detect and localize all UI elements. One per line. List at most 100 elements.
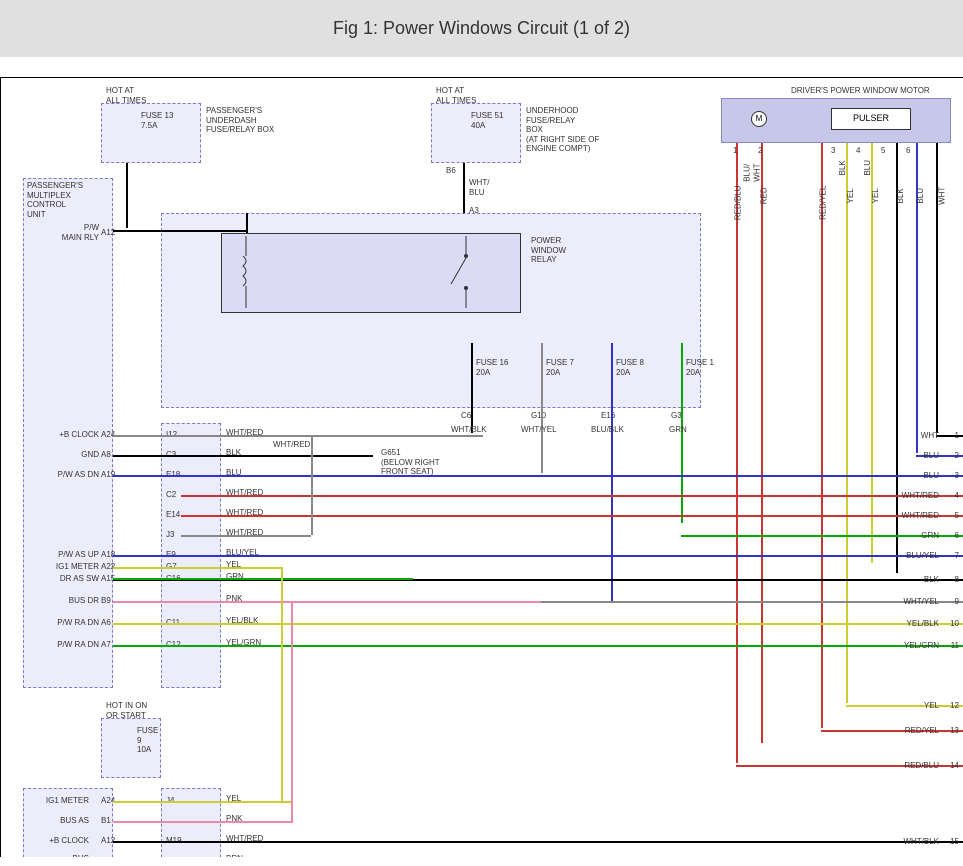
pin-ig1-meter-2: IG1 METER — [31, 796, 89, 806]
c6-pin: C6 — [461, 411, 471, 421]
row-num-13: 13 — [950, 726, 959, 735]
fuse-7-label: FUSE 7 20A — [546, 358, 574, 377]
fuse-51-label: FUSE 51 40A — [471, 111, 503, 130]
row-wire-11 — [113, 645, 963, 647]
row-num-9: 9 — [955, 597, 959, 606]
motor-color-blu2: BLU — [916, 188, 926, 204]
row-num-6: 6 — [955, 531, 959, 540]
pnk-bus-vert — [291, 601, 293, 821]
motor-color-blk1: BLK — [896, 188, 906, 203]
motor-pin-6: 6 — [906, 146, 910, 156]
row-lbl-11: YEL/GRN — [904, 641, 939, 650]
row-wire-2 — [113, 455, 373, 457]
row-lbl-7: BLU/YEL — [906, 551, 939, 560]
row-num-7: 7 — [955, 551, 959, 560]
fuse-8-label: FUSE 8 20A — [616, 358, 644, 377]
g10-pin: G10 — [531, 411, 546, 421]
row-lbl-3: BLU — [923, 471, 939, 480]
pin-h14: H14 — [166, 856, 181, 857]
row-num-1: 1 — [955, 431, 959, 440]
motor-wire-2 — [761, 143, 763, 743]
fuse8-drop — [611, 343, 613, 603]
multiplex-to-relay — [113, 230, 248, 232]
motor-wire-1 — [736, 143, 738, 763]
motor-wire-6 — [896, 143, 898, 573]
row-wire-3 — [113, 475, 963, 477]
row-lbl-9: WHT/YEL — [903, 597, 939, 606]
row-lbl-15: WHT/BLK — [903, 837, 939, 846]
row-lbl-13: RED/YEL — [905, 726, 939, 735]
pulser-box: PULSER — [831, 108, 911, 130]
motor-pin-4: 4 — [856, 146, 860, 156]
row-lbl-14: RED/BLU — [904, 761, 939, 770]
pin-b9: B9 — [101, 596, 111, 606]
power-window-relay-label: POWER WINDOW RELAY — [531, 236, 566, 265]
row-lbl-2: BLU — [923, 451, 939, 460]
pin-bus-door-dr: BUS (DOOR/DR) — [31, 854, 89, 857]
row-lbl-1: WHT — [921, 431, 939, 440]
row-num-12: 12 — [950, 701, 959, 710]
row-wire-5 — [181, 515, 963, 517]
row-lbl-10: YEL/BLK — [907, 619, 939, 628]
wire-brn-1: BRN — [226, 854, 243, 857]
drivers-motor-label: DRIVER'S POWER WINDOW MOTOR — [791, 86, 930, 96]
row-wire-7 — [113, 555, 963, 557]
hot-all-times-label-1: HOT AT ALL TIMES — [106, 86, 146, 105]
hot-ig-on-label: HOT IN ON OR START — [106, 701, 147, 720]
motor-color-yel1: YEL — [846, 188, 856, 203]
grn-fuse: GRN — [669, 425, 687, 435]
row-lbl-6: GRN — [921, 531, 939, 540]
motor-pin-1: 1 — [733, 146, 737, 156]
e16-pin: E16 — [601, 411, 615, 421]
row-wire-1 — [113, 435, 483, 437]
pin-bus-as: BUS AS — [31, 816, 89, 826]
motor-color-wht2: WHT — [937, 187, 947, 205]
motor-color-redyel: RED/YEL — [818, 186, 828, 220]
row-lbl-12: YEL — [924, 701, 939, 710]
fuse7-drop — [541, 343, 543, 473]
pin-pw-as-up: P/W AS UP — [41, 550, 99, 560]
hot-all-times-label-2: HOT AT ALL TIMES — [436, 86, 476, 105]
pw-main-rly-label: P/W MAIN RLY — [51, 223, 99, 242]
row-lbl-8: BLK — [924, 575, 939, 584]
pin-b1: B1 — [101, 816, 111, 826]
row-num-15: 15 — [950, 837, 959, 846]
motor-color-blu3: BLU — [863, 160, 873, 176]
pin-pw-ra-dn-2: P/W RA DN — [41, 640, 99, 650]
pin-b-clock-2: +B CLOCK — [31, 836, 89, 846]
motor-wire-3 — [821, 143, 823, 728]
row-num-4: 4 — [955, 491, 959, 500]
row-wire-12 — [846, 705, 963, 707]
underhood-drop — [463, 163, 465, 213]
wht-blk-fuse: WHT/BLK — [451, 425, 487, 435]
fuse-9-label: FUSE 9 10A — [137, 726, 158, 755]
g651-label: G651 (BELOW RIGHT FRONT SEAT) — [381, 448, 440, 477]
pin-pw-as-dn: P/W AS DN — [41, 470, 99, 480]
wire-wht-red-g: WHT/RED — [273, 440, 310, 450]
pin-a6: A6 — [101, 618, 111, 628]
motor-wire-4 — [846, 143, 848, 703]
motor-symbol-icon: M — [751, 111, 767, 127]
pin-gnd: GND — [41, 450, 99, 460]
pin-e14: E14 — [166, 510, 180, 520]
motor-pin-5: 5 — [881, 146, 885, 156]
wht-blu-label: WHT/ BLU — [469, 178, 489, 197]
pin-j3: J3 — [166, 530, 174, 540]
row-num-10: 10 — [950, 619, 959, 628]
motor-color-blk2: BLK — [838, 160, 848, 175]
row-num-14: 14 — [950, 761, 959, 770]
passengers-multiplex-label: PASSENGER'S MULTIPLEX CONTROL UNIT — [27, 181, 83, 219]
row-wire-7b — [113, 567, 283, 569]
motor-wire-5 — [871, 143, 873, 563]
passengers-underdash-label: PASSENGER'S UNDERDASH FUSE/RELAY BOX — [206, 106, 274, 135]
row-wire-6a — [181, 535, 311, 537]
row-num-11: 11 — [951, 641, 959, 650]
b6-pin: B6 — [446, 166, 456, 176]
blu-blk-fuse: BLU/BLK — [591, 425, 624, 435]
motor-pin-2: 2 — [758, 146, 762, 156]
bottom-row-3 — [113, 841, 963, 843]
row-num-3: 3 — [955, 471, 959, 480]
fuse13-drop — [126, 163, 128, 228]
fuse-13-label: FUSE 13 7.5A — [141, 111, 173, 130]
pin-ig1-meter: IG1 METER — [41, 562, 99, 572]
